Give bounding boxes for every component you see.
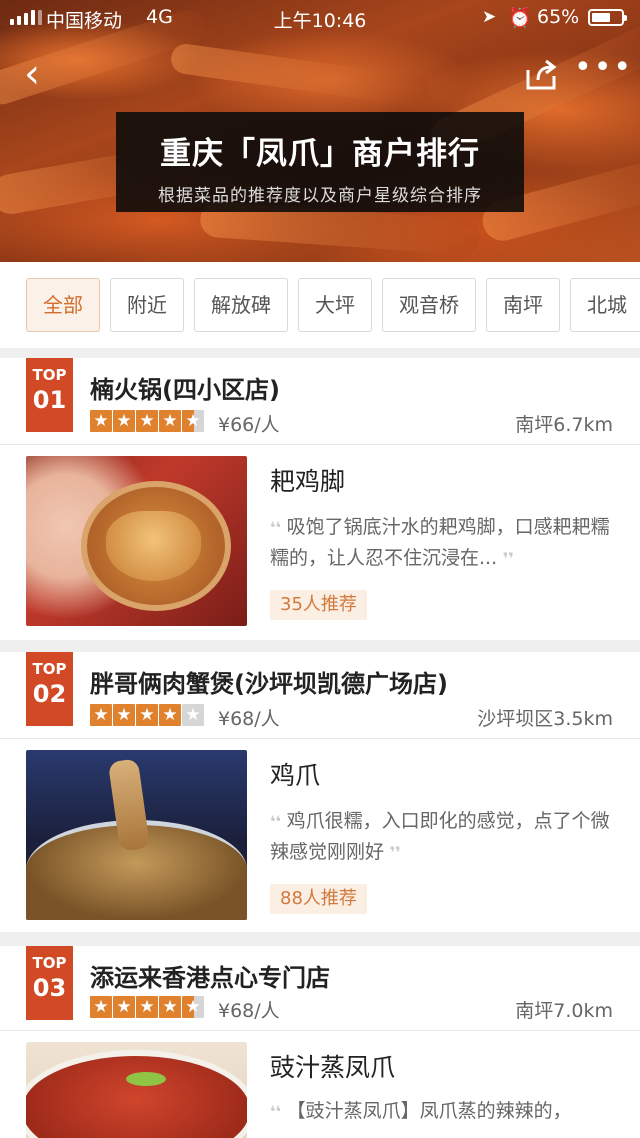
star-icon: ★ (182, 410, 204, 432)
distance: 南坪7.0km (515, 1000, 613, 1022)
district-filter-bar: 全部 附近 解放碑 大坪 观音桥 南坪 北城 (0, 262, 640, 348)
rank-number: 02 (32, 680, 67, 708)
dish-review-text: 【豉汁蒸凤爪】凤爪蒸的辣辣的， (286, 1100, 572, 1122)
price-per-person: ¥68/人 (218, 1000, 280, 1022)
star-icon: ★ (136, 704, 158, 726)
star-icon: ★ (113, 996, 135, 1018)
dish-review: ❛❛ 【豉汁蒸凤爪】凤爪蒸的辣辣的， (270, 1096, 615, 1127)
price-per-person: ¥68/人 (218, 708, 280, 730)
star-icon: ★ (159, 410, 181, 432)
star-icon: ★ (90, 996, 112, 1018)
star-icon: ★ (159, 704, 181, 726)
shop-card[interactable]: TOP 03 添运来香港点心专门店 ★ ★ ★ ★ ★ ¥68/人 南坪7.0km 豉汁… (0, 946, 640, 1138)
dish-photo[interactable] (26, 456, 247, 626)
more-icon[interactable]: ••• (574, 53, 631, 88)
filter-chip-guanyinqiao[interactable]: 观音桥 (382, 278, 476, 332)
star-icon: ★ (136, 410, 158, 432)
star-icon: ★ (182, 996, 204, 1018)
star-icon: ★ (113, 410, 135, 432)
title-banner: 重庆「凤爪」商户排行 根据菜品的推荐度以及商户星级综合排序 (116, 112, 524, 212)
dish-review-text: 鸡爪很糯，入口即化的感觉，点了个微辣感觉刚刚好 (270, 810, 610, 863)
filter-chip-jiefangbei[interactable]: 解放碑 (194, 278, 288, 332)
recommend-count: 88人推荐 (270, 884, 367, 914)
rank-badge: TOP 03 (26, 946, 73, 1020)
rank-number: 01 (32, 386, 67, 414)
star-rating: ★ ★ ★ ★ ★ (90, 704, 204, 726)
page-subtitle: 根据菜品的推荐度以及商户星级综合排序 (158, 186, 482, 206)
shop-card[interactable]: TOP 02 胖哥俩肉蟹煲(沙坪坝凯德广场店) ★ ★ ★ ★ ★ ¥68/人 沙坪坝区… (0, 652, 640, 932)
rank-badge: TOP 02 (26, 652, 73, 726)
quote-open-icon: ❛❛ (270, 518, 287, 537)
quote-open-icon: ❛❛ (270, 812, 287, 831)
star-icon: ★ (136, 996, 158, 1018)
page-title: 重庆「凤爪」商户排行 (160, 136, 480, 172)
dish-name: 鸡爪 (270, 761, 321, 790)
filter-chip-nearby[interactable]: 附近 (110, 278, 184, 332)
alarm-icon: ⏰ (508, 7, 532, 29)
quote-close-icon: ❜❜ (497, 549, 514, 568)
star-icon: ★ (90, 704, 112, 726)
dish-review: ❛❛ 鸡爪很糯，入口即化的感觉，点了个微辣感觉刚刚好 ❜❜ (270, 806, 615, 868)
divider (0, 444, 640, 445)
header-banner: 中国移动 4G 上午10:46 ➤ ⏰ 65% ‹ ••• 重庆「凤爪」商户排行… (0, 0, 640, 262)
shop-name[interactable]: 楠火锅(四小区店) (90, 370, 280, 405)
shop-name[interactable]: 添运来香港点心专门店 (90, 958, 330, 993)
dish-name: 耙鸡脚 (270, 467, 346, 496)
battery-percent: 65% (537, 6, 580, 28)
rank-number: 03 (32, 974, 67, 1002)
distance: 沙坪坝区3.5km (477, 708, 613, 730)
filter-chip-all[interactable]: 全部 (26, 278, 100, 332)
rank-badge: TOP 01 (26, 358, 73, 432)
filter-chip-beicheng[interactable]: 北城 (570, 278, 640, 332)
food-texture (169, 42, 431, 108)
star-icon: ★ (113, 704, 135, 726)
divider (0, 1030, 640, 1031)
shop-name[interactable]: 胖哥俩肉蟹煲(沙坪坝凯德广场店) (90, 664, 448, 699)
chevron-left-icon[interactable]: ‹ (24, 54, 64, 96)
dish-photo[interactable] (26, 750, 247, 920)
location-icon: ➤ (482, 7, 497, 27)
star-icon: ★ (182, 704, 204, 726)
rank-top-label: TOP (32, 954, 67, 972)
shop-card[interactable]: TOP 01 楠火锅(四小区店) ★ ★ ★ ★ ★ ¥66/人 南坪6.7km 耙鸡脚… (0, 358, 640, 640)
star-icon: ★ (90, 410, 112, 432)
filter-chip-nanping[interactable]: 南坪 (486, 278, 560, 332)
recommend-count: 35人推荐 (270, 590, 367, 620)
dish-review-text: 吸饱了锅底汁水的耙鸡脚，口感耙耙糯糯的，让人忍不住沉浸在... (270, 516, 610, 569)
status-bar: 中国移动 4G 上午10:46 ➤ ⏰ 65% (0, 0, 640, 36)
rank-top-label: TOP (32, 366, 67, 384)
rank-top-label: TOP (32, 660, 67, 678)
dish-name: 豉汁蒸凤爪 (270, 1053, 396, 1082)
share-icon[interactable] (524, 58, 558, 92)
star-icon: ★ (159, 996, 181, 1018)
distance: 南坪6.7km (515, 414, 613, 436)
filter-chip-daping[interactable]: 大坪 (298, 278, 372, 332)
quote-open-icon: ❛❛ (270, 1102, 287, 1121)
star-rating: ★ ★ ★ ★ ★ (90, 410, 204, 432)
divider (0, 738, 640, 739)
price-per-person: ¥66/人 (218, 414, 280, 436)
battery-icon (588, 9, 627, 26)
quote-close-icon: ❜❜ (384, 843, 401, 862)
star-rating: ★ ★ ★ ★ ★ (90, 996, 204, 1018)
dish-photo[interactable] (26, 1042, 247, 1138)
dish-review: ❛❛ 吸饱了锅底汁水的耙鸡脚，口感耙耙糯糯的，让人忍不住沉浸在... ❜❜ (270, 512, 615, 574)
